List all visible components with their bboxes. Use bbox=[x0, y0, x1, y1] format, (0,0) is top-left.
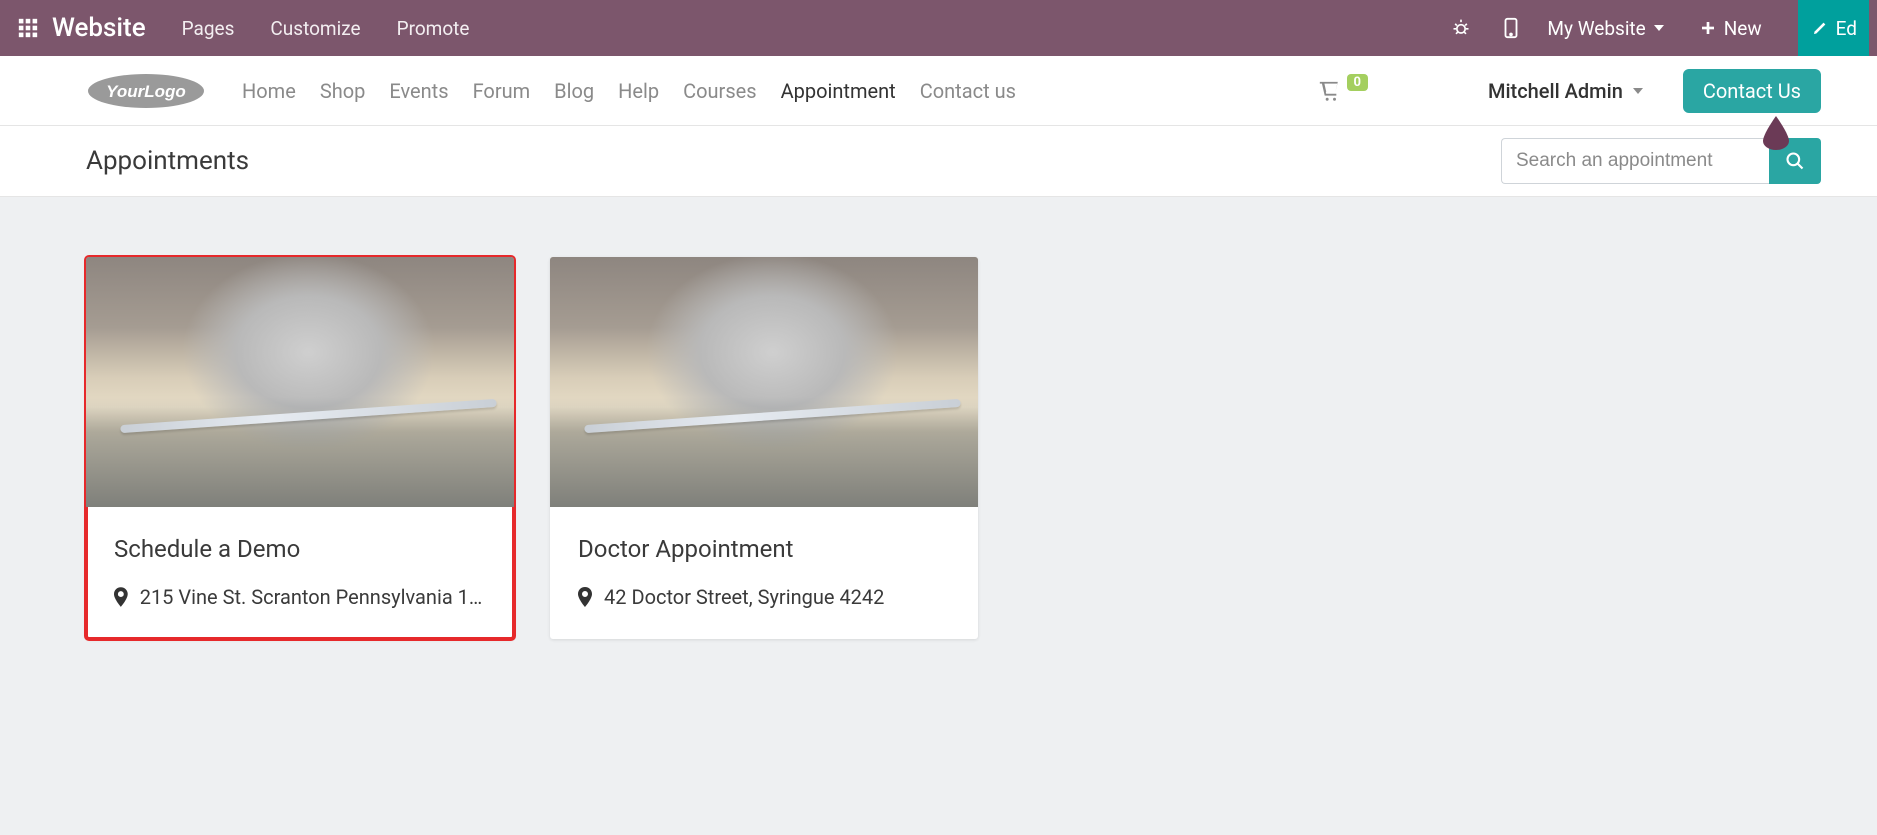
appointment-card-image bbox=[86, 257, 514, 507]
topbar-app-name: Website bbox=[52, 13, 146, 43]
appointment-card[interactable]: Doctor Appointment 42 Doctor Street, Syr… bbox=[550, 257, 978, 639]
nav-link-contact-us[interactable]: Contact us bbox=[920, 79, 1016, 103]
appointment-card-location: 215 Vine St. Scranton Pennsylvania 18… bbox=[114, 585, 486, 609]
map-pin-icon bbox=[114, 587, 128, 607]
topbar-menu: Pages Customize Promote bbox=[182, 17, 470, 40]
nav-link-home[interactable]: Home bbox=[242, 79, 296, 103]
site-nav-links: Home Shop Events Forum Blog Help Courses… bbox=[242, 79, 1016, 103]
appointment-card-location: 42 Doctor Street, Syringue 4242 bbox=[578, 585, 950, 609]
page-subheader: Appointments bbox=[0, 126, 1877, 197]
topbar-menu-customize[interactable]: Customize bbox=[270, 17, 360, 40]
caret-down-icon bbox=[1654, 25, 1664, 31]
site-navbar: YourLogo Home Shop Events Forum Blog Hel… bbox=[0, 56, 1877, 126]
apps-icon[interactable] bbox=[8, 8, 48, 48]
cart-icon bbox=[1317, 80, 1341, 102]
nav-link-blog[interactable]: Blog bbox=[554, 79, 594, 103]
svg-text:YourLogo: YourLogo bbox=[106, 82, 186, 101]
mobile-preview-icon[interactable] bbox=[1497, 14, 1525, 42]
appointment-card-address: 215 Vine St. Scranton Pennsylvania 18… bbox=[140, 585, 486, 609]
edit-button-label: Ed bbox=[1836, 17, 1857, 40]
new-page-button[interactable]: New bbox=[1686, 0, 1776, 56]
pencil-icon bbox=[1812, 20, 1828, 36]
site-logo[interactable]: YourLogo bbox=[86, 72, 206, 110]
search-icon bbox=[1785, 151, 1805, 171]
contact-us-button[interactable]: Contact Us bbox=[1683, 69, 1821, 113]
appointment-card-address: 42 Doctor Street, Syringue 4242 bbox=[604, 585, 884, 609]
plus-icon bbox=[1700, 20, 1716, 36]
appointment-card[interactable]: Schedule a Demo 215 Vine St. Scranton Pe… bbox=[86, 257, 514, 639]
website-switcher-label: My Website bbox=[1547, 17, 1645, 40]
topbar-menu-promote[interactable]: Promote bbox=[397, 17, 470, 40]
user-name-label: Mitchell Admin bbox=[1488, 79, 1623, 103]
drop-indicator-icon bbox=[1763, 116, 1789, 150]
appointment-card-title: Doctor Appointment bbox=[578, 535, 950, 563]
nav-link-courses[interactable]: Courses bbox=[683, 79, 756, 103]
nav-link-forum[interactable]: Forum bbox=[473, 79, 531, 103]
nav-link-shop[interactable]: Shop bbox=[320, 79, 366, 103]
appointment-cards-grid: Schedule a Demo 215 Vine St. Scranton Pe… bbox=[0, 197, 1877, 699]
website-switcher[interactable]: My Website bbox=[1547, 17, 1663, 40]
map-pin-icon bbox=[578, 587, 592, 607]
cart-badge: 0 bbox=[1347, 74, 1368, 91]
nav-link-events[interactable]: Events bbox=[389, 79, 448, 103]
caret-down-icon bbox=[1633, 88, 1643, 94]
new-page-label: New bbox=[1724, 17, 1762, 40]
appointment-card-image bbox=[550, 257, 978, 507]
user-menu[interactable]: Mitchell Admin bbox=[1488, 79, 1643, 103]
topbar-menu-pages[interactable]: Pages bbox=[182, 17, 235, 40]
edit-button[interactable]: Ed bbox=[1798, 0, 1869, 56]
search-input[interactable] bbox=[1501, 138, 1769, 184]
page-title: Appointments bbox=[86, 146, 249, 176]
cart-button[interactable]: 0 bbox=[1317, 80, 1368, 102]
appointment-card-title: Schedule a Demo bbox=[114, 535, 486, 563]
nav-link-help[interactable]: Help bbox=[618, 79, 659, 103]
bug-icon[interactable] bbox=[1447, 14, 1475, 42]
nav-link-appointment[interactable]: Appointment bbox=[781, 79, 896, 103]
editor-topbar: Website Pages Customize Promote My Websi… bbox=[0, 0, 1877, 56]
